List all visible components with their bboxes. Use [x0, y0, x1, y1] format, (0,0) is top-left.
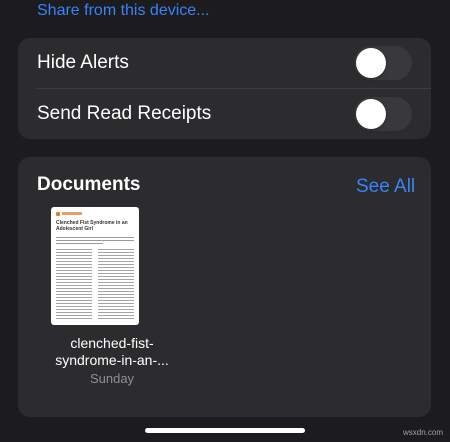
- document-item[interactable]: Clenched Fist Syndrome in an Adolescent …: [46, 207, 178, 389]
- toggle-knob: [356, 99, 386, 129]
- thumbnail-header: [56, 212, 134, 217]
- share-from-device-link[interactable]: Share from this device...: [37, 2, 210, 20]
- hide-alerts-label: Hide Alerts: [37, 52, 129, 73]
- document-name: clenched-fist- syndrome-in-an-...: [46, 335, 178, 369]
- documents-title: Documents: [37, 174, 141, 195]
- thumbnail-title: Clenched Fist Syndrome in an Adolescent …: [56, 220, 128, 232]
- send-read-receipts-toggle[interactable]: [354, 97, 412, 131]
- send-read-receipts-row: Send Read Receipts: [18, 89, 431, 139]
- hide-alerts-row: Hide Alerts: [18, 38, 431, 89]
- documents-section: Documents See All Clenched Fist Syndrome…: [18, 157, 431, 417]
- send-read-receipts-label: Send Read Receipts: [37, 103, 212, 124]
- thumbnail-abstract-lines: [56, 237, 134, 246]
- journal-logo-icon: [56, 212, 60, 216]
- document-thumbnail: Clenched Fist Syndrome in an Adolescent …: [51, 207, 139, 325]
- thumbnail-text-columns: [56, 249, 134, 319]
- watermark: wsxdn.com: [403, 428, 444, 437]
- document-name-line1: clenched-fist-: [70, 335, 154, 351]
- see-all-link[interactable]: See All: [356, 176, 415, 198]
- toggle-knob: [356, 48, 386, 78]
- settings-group: Hide Alerts Send Read Receipts: [18, 38, 431, 139]
- document-date: Sunday: [89, 371, 135, 386]
- document-name-line2: syndrome-in-an-...: [55, 352, 169, 368]
- journal-brand-bar: [62, 212, 82, 215]
- hide-alerts-toggle[interactable]: [354, 46, 412, 80]
- home-indicator[interactable]: [145, 428, 305, 433]
